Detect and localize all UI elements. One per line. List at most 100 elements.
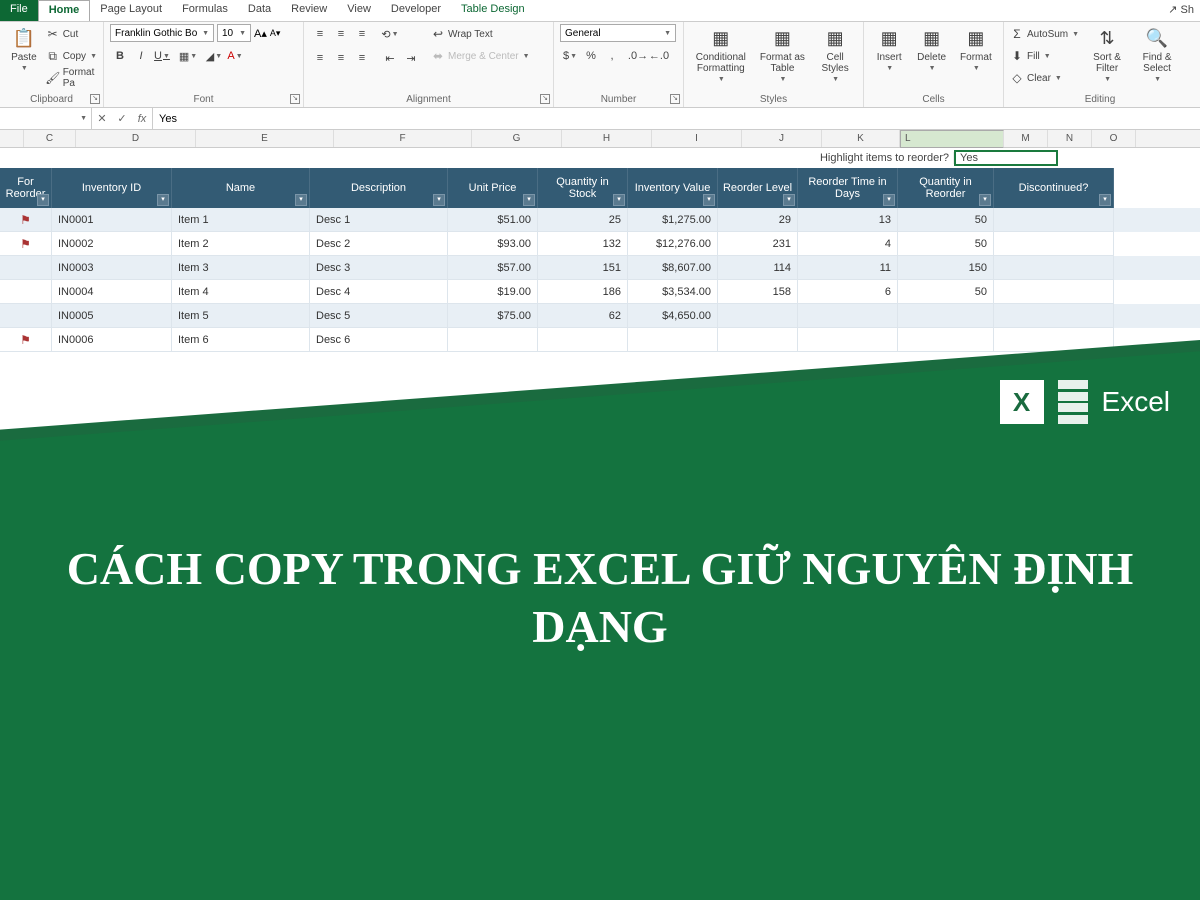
- tab-developer[interactable]: Developer: [381, 0, 451, 21]
- comma-format-button[interactable]: ,: [602, 46, 622, 66]
- cell-qty-in-stock[interactable]: 25: [538, 208, 628, 232]
- name-box[interactable]: ▼: [0, 108, 92, 129]
- cell-reorder-level[interactable]: 231: [718, 232, 798, 256]
- wrap-text-button[interactable]: ↩Wrap Text: [431, 24, 530, 44]
- decrease-indent-button[interactable]: ⇤: [380, 48, 400, 68]
- th-for-reorder[interactable]: For Reorder▾: [0, 168, 52, 208]
- cancel-formula-button[interactable]: ✕: [92, 112, 112, 125]
- th-reorder-level[interactable]: Reorder Level▾: [718, 168, 798, 208]
- cell-inventory-value[interactable]: $8,607.00: [628, 256, 718, 280]
- fill-color-button[interactable]: ◢▼: [204, 46, 224, 66]
- fill-button[interactable]: ⬇Fill▼: [1010, 46, 1079, 66]
- cell-qty-in-reorder[interactable]: [898, 328, 994, 352]
- cell-discontinued[interactable]: [994, 208, 1114, 232]
- filter-icon[interactable]: ▾: [433, 194, 445, 206]
- cell-unit-price[interactable]: [448, 328, 538, 352]
- table-row[interactable]: ⚑IN0006Item 6Desc 6: [0, 328, 1200, 352]
- tab-data[interactable]: Data: [238, 0, 281, 21]
- clear-button[interactable]: ◇Clear▼: [1010, 68, 1079, 88]
- format-button[interactable]: ▦Format▼: [955, 24, 997, 74]
- cell-inventory-id[interactable]: IN0006: [52, 328, 172, 352]
- cell-inventory-id[interactable]: IN0005: [52, 304, 172, 328]
- cell-inventory-id[interactable]: IN0003: [52, 256, 172, 280]
- col-header-c[interactable]: C: [24, 130, 76, 147]
- cell-reorder-level[interactable]: 114: [718, 256, 798, 280]
- col-header-d[interactable]: D: [76, 130, 196, 147]
- italic-button[interactable]: I: [131, 46, 151, 66]
- col-header-e[interactable]: E: [196, 130, 334, 147]
- cell-reorder-time[interactable]: [798, 304, 898, 328]
- number-dialog-launcher[interactable]: ↘: [670, 94, 680, 104]
- cell-qty-in-stock[interactable]: 62: [538, 304, 628, 328]
- th-unit-price[interactable]: Unit Price▾: [448, 168, 538, 208]
- format-as-table-button[interactable]: ▦Format as Table▼: [756, 24, 810, 85]
- cell-name[interactable]: Item 3: [172, 256, 310, 280]
- table-row[interactable]: ⚑IN0002Item 2Desc 2$93.00132$12,276.0023…: [0, 232, 1200, 256]
- delete-button[interactable]: ▦Delete▼: [912, 24, 950, 74]
- tab-view[interactable]: View: [337, 0, 381, 21]
- share-button[interactable]: ↗ Sh: [1162, 0, 1200, 21]
- cell-inventory-id[interactable]: IN0004: [52, 280, 172, 304]
- align-center-button[interactable]: ≡: [331, 48, 351, 68]
- th-description[interactable]: Description▾: [310, 168, 448, 208]
- align-bottom-button[interactable]: ≡: [352, 24, 372, 44]
- cell-reorder-time[interactable]: 4: [798, 232, 898, 256]
- cell-name[interactable]: Item 2: [172, 232, 310, 256]
- th-inventory-value[interactable]: Inventory Value▾: [628, 168, 718, 208]
- cell-reorder-level[interactable]: 29: [718, 208, 798, 232]
- col-header-g[interactable]: G: [472, 130, 562, 147]
- cell-name[interactable]: Item 6: [172, 328, 310, 352]
- table-row[interactable]: IN0003Item 3Desc 3$57.00151$8,607.001141…: [0, 256, 1200, 280]
- find-select-button[interactable]: 🔍Find & Select▼: [1135, 24, 1179, 85]
- align-right-button[interactable]: ≡: [352, 48, 372, 68]
- percent-format-button[interactable]: %: [581, 46, 601, 66]
- cell-description[interactable]: Desc 4: [310, 280, 448, 304]
- cell-qty-in-stock[interactable]: 132: [538, 232, 628, 256]
- col-header-n[interactable]: N: [1048, 130, 1092, 147]
- col-header-l[interactable]: L: [900, 130, 1004, 148]
- paste-button[interactable]: 📋 Paste▼: [6, 24, 42, 74]
- cell-inventory-value[interactable]: $1,275.00: [628, 208, 718, 232]
- cell-inventory-value[interactable]: [628, 328, 718, 352]
- filter-icon[interactable]: ▾: [979, 194, 991, 206]
- col-header-i[interactable]: I: [652, 130, 742, 147]
- insert-button[interactable]: ▦Insert▼: [870, 24, 908, 74]
- align-middle-button[interactable]: ≡: [331, 24, 351, 44]
- cell-inventory-value[interactable]: $3,534.00: [628, 280, 718, 304]
- accounting-format-button[interactable]: $▼: [560, 46, 580, 66]
- cell-reorder-time[interactable]: 6: [798, 280, 898, 304]
- cell-inventory-value[interactable]: $12,276.00: [628, 232, 718, 256]
- select-all-corner[interactable]: [0, 130, 24, 147]
- filter-icon[interactable]: ▾: [703, 194, 715, 206]
- col-header-k[interactable]: K: [822, 130, 900, 147]
- filter-icon[interactable]: ▾: [295, 194, 307, 206]
- filter-icon[interactable]: ▾: [157, 194, 169, 206]
- alignment-dialog-launcher[interactable]: ↘: [540, 94, 550, 104]
- col-header-o[interactable]: O: [1092, 130, 1136, 147]
- filter-icon[interactable]: ▾: [37, 194, 49, 206]
- font-family-select[interactable]: Franklin Gothic Book▼: [110, 24, 214, 42]
- th-qty-in-reorder[interactable]: Quantity in Reorder▾: [898, 168, 994, 208]
- format-painter-button[interactable]: 🖌Format Pa: [46, 68, 97, 88]
- cell-qty-in-reorder[interactable]: 150: [898, 256, 994, 280]
- cell-qty-in-reorder[interactable]: [898, 304, 994, 328]
- th-name[interactable]: Name▾: [172, 168, 310, 208]
- underline-button[interactable]: U▼: [152, 46, 172, 66]
- col-header-m[interactable]: M: [1004, 130, 1048, 147]
- tab-table-design[interactable]: Table Design: [451, 0, 535, 21]
- th-discontinued[interactable]: Discontinued?▾: [994, 168, 1114, 208]
- filter-icon[interactable]: ▾: [613, 194, 625, 206]
- cell-qty-in-reorder[interactable]: 50: [898, 280, 994, 304]
- worksheet[interactable]: Highlight items to reorder? Yes For Reor…: [0, 148, 1200, 352]
- filter-icon[interactable]: ▾: [783, 194, 795, 206]
- align-left-button[interactable]: ≡: [310, 48, 330, 68]
- decrease-font-button[interactable]: A▾: [270, 28, 281, 39]
- col-header-j[interactable]: J: [742, 130, 822, 147]
- cell-qty-in-reorder[interactable]: 50: [898, 208, 994, 232]
- filter-icon[interactable]: ▾: [883, 194, 895, 206]
- cell-description[interactable]: Desc 2: [310, 232, 448, 256]
- cell-unit-price[interactable]: $93.00: [448, 232, 538, 256]
- cell-styles-button[interactable]: ▦Cell Styles▼: [813, 24, 857, 85]
- cell-discontinued[interactable]: [994, 232, 1114, 256]
- cell-unit-price[interactable]: $51.00: [448, 208, 538, 232]
